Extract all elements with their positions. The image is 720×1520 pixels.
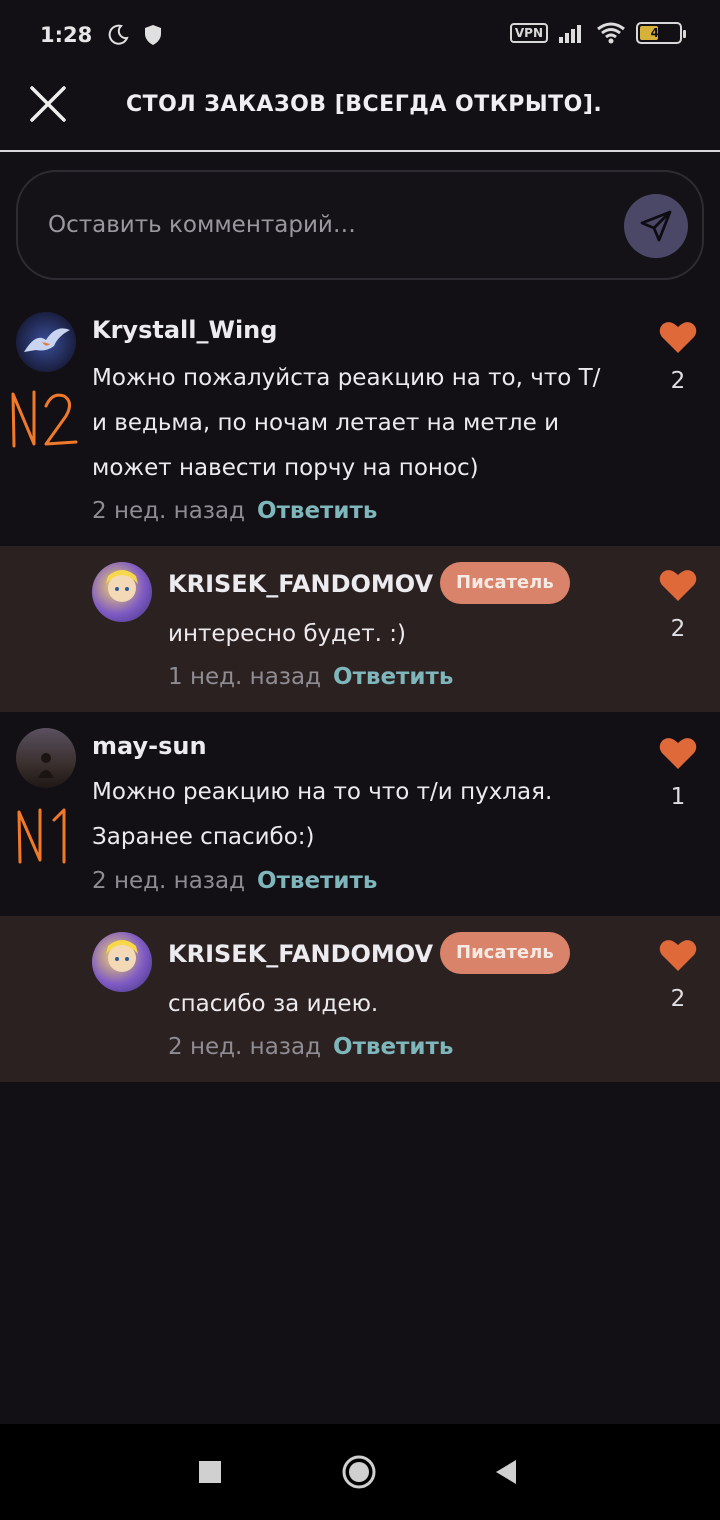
comment-text-line: Можно реакцию на то что т/и пухлая. <box>92 779 553 805</box>
comment-author[interactable]: KRISEK_FANDOMOV <box>168 570 433 598</box>
person-silhouette-icon <box>38 753 54 778</box>
comment-author[interactable]: Krystall_Wing <box>92 316 277 344</box>
comment-timestamp: 2 нед. назад <box>92 868 246 894</box>
heart-icon <box>659 570 697 601</box>
writer-badge: Писатель <box>440 932 570 974</box>
like-count: 1 <box>670 784 686 810</box>
reply-button[interactable]: Ответить <box>257 868 377 894</box>
like-count: 2 <box>670 616 686 642</box>
shield-icon <box>145 25 162 45</box>
send-icon <box>640 210 672 242</box>
anime-avatar-icon <box>106 940 138 972</box>
comment-text: спасибо за идею. <box>168 982 708 1027</box>
battery-level: 47 <box>650 26 668 40</box>
comment-author[interactable]: may-sun <box>92 732 207 760</box>
system-nav-bar <box>0 1424 720 1520</box>
comment-text-line: и ведьма, по ночам летает на метле и <box>92 410 560 436</box>
comment-timestamp: 2 нед. назад <box>92 498 246 524</box>
eagle-icon <box>24 328 70 352</box>
like-button[interactable]: 1 <box>658 736 698 810</box>
comment-meta: 2 нед. назад Ответить <box>92 498 377 524</box>
send-button[interactable] <box>624 194 688 258</box>
comment-text-line: Заранее спасибо:) <box>92 824 315 850</box>
avatar[interactable] <box>16 312 76 372</box>
avatar[interactable] <box>92 562 152 622</box>
comment-meta: 1 нед. назад Ответить <box>168 664 453 690</box>
writer-badge: Писатель <box>440 562 570 604</box>
comment-text: Можно реакцию на то что т/и пухлая. Зара… <box>92 770 632 860</box>
close-icon <box>30 86 66 122</box>
comment-item: may-sun Можно реакцию на то что т/и пухл… <box>0 712 720 916</box>
comment-text-line: интересно будет. :) <box>168 621 406 647</box>
status-time: 1:28 <box>40 23 93 47</box>
comment-composer <box>16 170 704 280</box>
annotation-n2 <box>11 390 78 448</box>
comment-text: интересно будет. :) <box>168 612 708 657</box>
like-count: 2 <box>670 986 686 1012</box>
back-triangle-icon <box>496 1460 516 1484</box>
comment-text: Можно пожалуйста реакцию на то, что Т/ и… <box>92 356 632 491</box>
wifi-icon <box>597 22 625 44</box>
square-icon <box>199 1461 221 1483</box>
reply-button[interactable]: Ответить <box>333 1034 453 1060</box>
avatar[interactable] <box>92 932 152 992</box>
like-count: 2 <box>670 368 686 394</box>
close-button[interactable] <box>28 84 68 124</box>
status-bar: 1:28 VPN 47 <box>0 0 720 70</box>
page-title: СТОЛ ЗАКАЗОВ [ВСЕГДА ОТКРЫТО]. <box>126 92 603 117</box>
comment-text-line: Можно пожалуйста реакцию на то, что Т/ <box>92 365 601 391</box>
vpn-badge: VPN <box>509 23 548 43</box>
comment-meta: 2 нед. назад Ответить <box>92 868 377 894</box>
reply-button[interactable]: Ответить <box>257 498 377 524</box>
annotation-n1 <box>17 808 66 864</box>
signal-icon <box>559 25 581 43</box>
comment-author[interactable]: KRISEK_FANDOMOV <box>168 940 433 968</box>
comment-meta: 2 нед. назад Ответить <box>168 1034 453 1060</box>
comment-timestamp: 1 нед. назад <box>168 664 322 690</box>
reply-item: KRISEK_FANDOMOV Писатель спасибо за идею… <box>0 916 720 1082</box>
comment-item: Krystall_Wing Можно пожалуйста реакцию н… <box>0 292 720 546</box>
battery-indicator: 47 <box>636 22 686 44</box>
anime-avatar-icon <box>106 570 138 602</box>
avatar[interactable] <box>16 728 76 788</box>
home-button[interactable] <box>341 1454 377 1494</box>
back-button[interactable] <box>494 1458 518 1490</box>
comment-text-line: может навести порчу на понос) <box>92 455 479 481</box>
comment-input[interactable] <box>48 207 608 243</box>
heart-icon <box>659 940 697 971</box>
header-bar: СТОЛ ЗАКАЗОВ [ВСЕГДА ОТКРЫТО]. <box>0 70 720 152</box>
comment-text-line: спасибо за идею. <box>168 991 379 1017</box>
like-button[interactable]: 2 <box>658 938 698 1012</box>
reply-button[interactable]: Ответить <box>333 664 453 690</box>
reply-item: KRISEK_FANDOMOV Писатель интересно будет… <box>0 546 720 712</box>
like-button[interactable]: 2 <box>658 320 698 394</box>
status-right: VPN 47 <box>509 22 686 44</box>
home-circle-icon <box>342 1455 376 1489</box>
heart-icon <box>659 738 697 769</box>
moon-icon <box>108 24 129 45</box>
recents-button[interactable] <box>198 1460 222 1488</box>
like-button[interactable]: 2 <box>658 568 698 642</box>
heart-icon <box>659 322 697 353</box>
comment-timestamp: 2 нед. назад <box>168 1034 322 1060</box>
